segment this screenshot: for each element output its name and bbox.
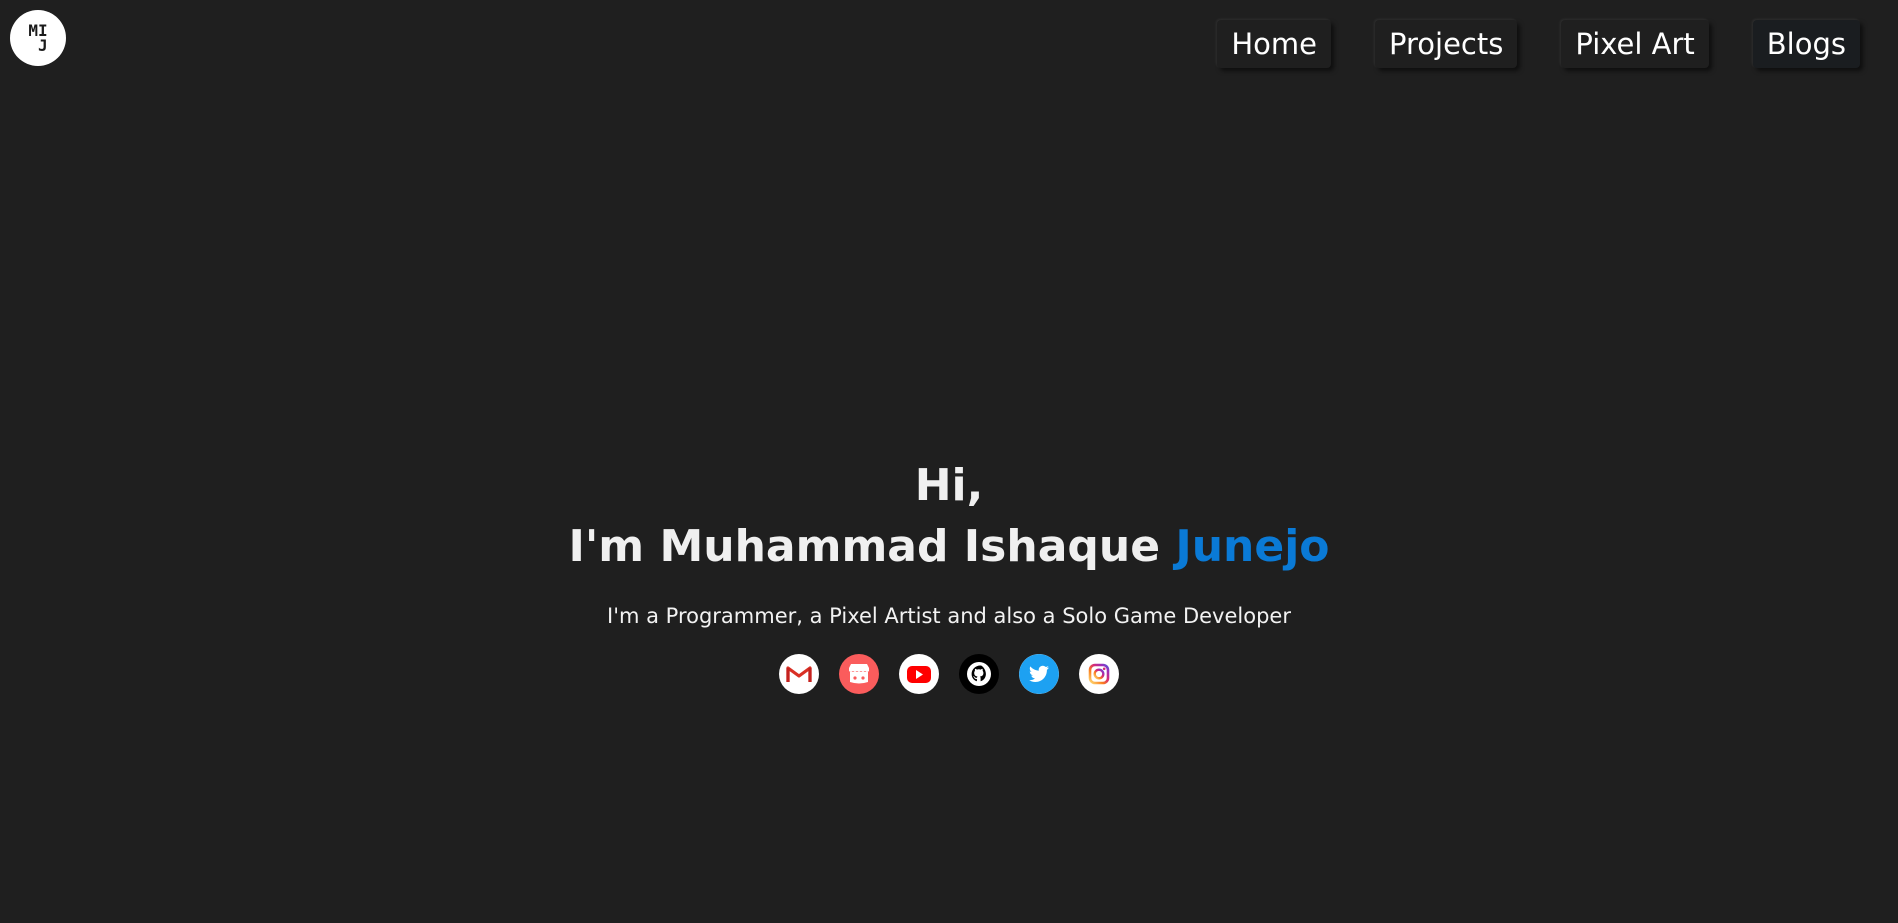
github-icon (967, 662, 991, 686)
youtube-link[interactable] (899, 654, 939, 694)
instagram-link[interactable] (1079, 654, 1119, 694)
itchio-icon (849, 664, 869, 684)
youtube-icon (907, 666, 931, 683)
page: MI J Home Projects Pixel Art Blogs Hi, I… (0, 0, 1898, 923)
main-nav: Home Projects Pixel Art Blogs (1217, 20, 1860, 68)
nav-projects[interactable]: Projects (1375, 20, 1518, 68)
hero-intro: I'm Muhammad Ishaque Junejo (0, 516, 1898, 578)
instagram-icon (1088, 663, 1110, 685)
twitter-icon (1019, 654, 1059, 694)
twitter-link[interactable] (1019, 654, 1059, 694)
logo-text: MI J (28, 21, 48, 55)
hero-tagline: I'm a Programmer, a Pixel Artist and als… (607, 604, 1291, 628)
github-link[interactable] (959, 654, 999, 694)
gmail-icon (786, 666, 812, 683)
site-logo[interactable]: MI J (10, 10, 66, 66)
nav-blogs[interactable]: Blogs (1752, 20, 1860, 68)
nav-pixel-art[interactable]: Pixel Art (1561, 20, 1709, 68)
hero-section: Hi, I'm Muhammad Ishaque Junejo I'm a Pr… (0, 456, 1898, 694)
hero-intro-accent: Junejo (1175, 521, 1330, 572)
hero-greeting: Hi, (914, 460, 984, 511)
nav-home[interactable]: Home (1217, 20, 1331, 68)
itchio-link[interactable] (839, 654, 879, 694)
social-links (0, 654, 1898, 694)
gmail-link[interactable] (779, 654, 819, 694)
hero-intro-name: I'm Muhammad Ishaque (568, 521, 1176, 572)
